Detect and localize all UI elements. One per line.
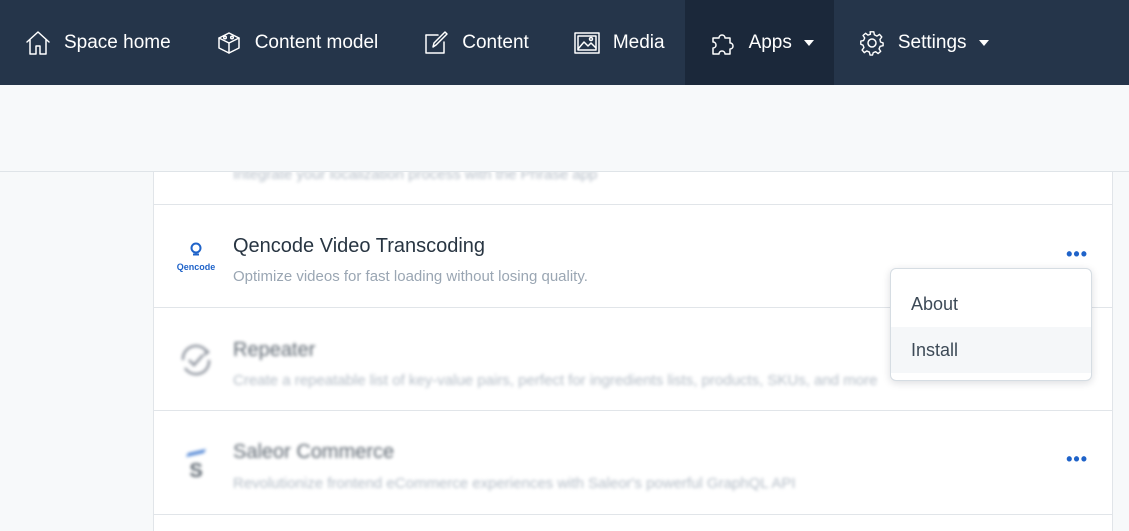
chevron-down-icon (978, 39, 989, 46)
top-navigation: Space home Content model Content Media A… (0, 0, 1129, 85)
menu-item-about[interactable]: About (891, 281, 1091, 327)
menu-item-install[interactable]: Install (891, 327, 1091, 373)
saleor-logo-text: S (189, 460, 202, 482)
app-name: Saleor Commerce (233, 441, 395, 463)
qencode-logo-icon: Qencode (174, 235, 218, 279)
nav-label: Media (612, 31, 665, 53)
repeater-logo-icon (174, 338, 218, 382)
gear-icon (858, 29, 886, 57)
nav-label: Content (462, 31, 529, 53)
nav-label: Apps (748, 31, 792, 53)
nav-content[interactable]: Content (398, 0, 549, 85)
app-description: Optimize videos for fast loading without… (233, 268, 588, 285)
saleor-logo-icon: S (174, 441, 218, 485)
more-options-button[interactable]: ••• (1066, 245, 1088, 263)
nav-label: Settings (897, 31, 967, 53)
nav-content-model[interactable]: Content model (191, 0, 399, 85)
nav-apps[interactable]: Apps (684, 0, 834, 85)
app-options-menu: About Install (890, 268, 1092, 381)
app-row-saleor[interactable]: S Saleor Commerce Revolutionize frontend… (154, 411, 1112, 515)
app-description: Create a repeatable list of key-value pa… (233, 372, 878, 389)
page-header-band (0, 85, 1129, 172)
app-name: Repeater (233, 339, 316, 361)
qencode-logo-text: Qencode (177, 262, 216, 272)
app-description: Revolutionize frontend eCommerce experie… (233, 475, 796, 492)
content-icon (422, 29, 450, 57)
home-icon (24, 29, 52, 57)
chevron-down-icon (803, 39, 814, 46)
more-options-button[interactable]: ••• (1066, 450, 1088, 468)
nav-media[interactable]: Media (549, 0, 685, 85)
nav-settings[interactable]: Settings (834, 0, 1009, 85)
nav-label: Space home (64, 31, 171, 53)
puzzle-icon (709, 29, 737, 57)
app-name: Qencode Video Transcoding (233, 235, 486, 257)
content-model-icon (215, 29, 243, 57)
nav-space-home[interactable]: Space home (0, 0, 191, 85)
media-icon (573, 29, 601, 57)
nav-label: Content model (254, 31, 379, 53)
